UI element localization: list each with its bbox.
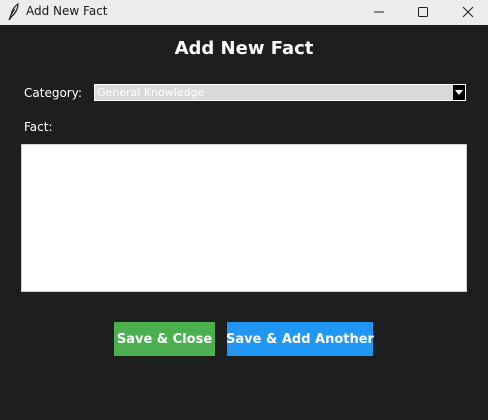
close-icon — [462, 3, 474, 22]
category-selected-value: General Knowledge — [97, 86, 205, 99]
category-label: Category: — [24, 86, 82, 100]
minimize-icon — [373, 3, 385, 22]
maximize-button[interactable] — [400, 0, 446, 25]
chevron-down-icon[interactable] — [453, 85, 465, 100]
fact-label: Fact: — [24, 120, 53, 134]
window-title: Add New Fact — [26, 4, 108, 18]
dialog-heading: Add New Fact — [174, 38, 314, 59]
maximize-icon — [417, 3, 429, 22]
minimize-button[interactable] — [356, 0, 402, 25]
add-fact-window: Add New Fact Add New Fact Category: Gene… — [0, 0, 488, 420]
feather-icon — [6, 2, 20, 21]
close-button[interactable] — [445, 0, 488, 25]
title-bar[interactable]: Add New Fact — [0, 0, 488, 25]
save-close-button[interactable]: Save & Close — [114, 322, 215, 356]
save-add-another-button[interactable]: Save & Add Another — [226, 322, 374, 356]
fact-textarea[interactable] — [21, 144, 467, 292]
category-dropdown[interactable]: General Knowledge — [94, 84, 466, 101]
